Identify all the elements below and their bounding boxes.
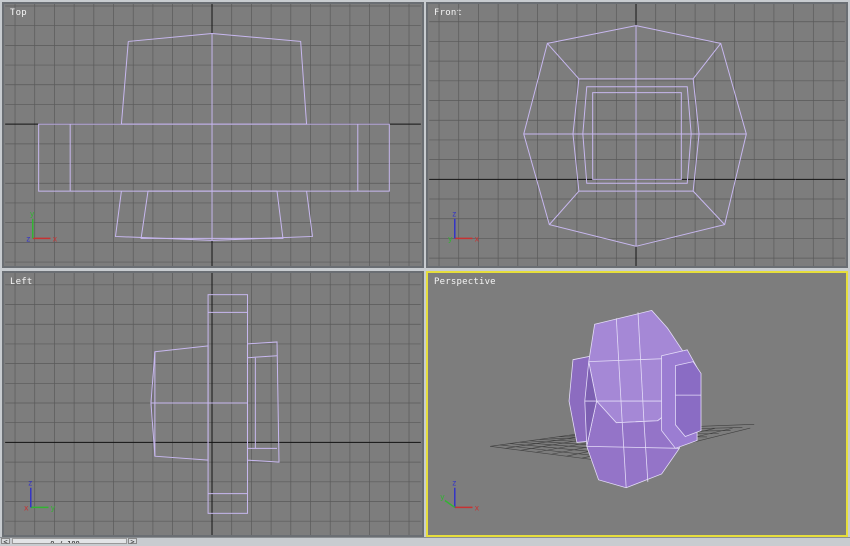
axis-y-label: y — [50, 503, 55, 512]
viewport-left-canvas[interactable]: y z x — [4, 273, 422, 535]
left-wireframe — [151, 295, 279, 514]
axis-y-label: y — [30, 210, 35, 219]
frame-separator: / — [59, 540, 63, 544]
axis-gizmo: x z y — [448, 210, 480, 244]
axis-x-label: x — [474, 234, 479, 243]
axis-x-label: x — [52, 234, 57, 243]
viewport-top[interactable]: Top x y z — [2, 2, 424, 268]
time-slider-track[interactable]: 0 / 100 — [12, 538, 127, 544]
axis-gizmo: x y z — [26, 210, 58, 244]
viewport-left[interactable]: Left y z x — [2, 271, 424, 537]
current-frame: 0 — [50, 540, 54, 544]
viewport-front-canvas[interactable]: x z y — [428, 4, 846, 266]
axis-gizmo: x z y — [440, 479, 479, 513]
axis-y-label: y — [440, 493, 445, 502]
axis-gizmo: y z x — [24, 479, 56, 513]
top-wireframe — [39, 34, 390, 241]
axis-z-label: z — [28, 479, 33, 488]
mesh-object — [569, 310, 701, 487]
grid — [5, 4, 421, 266]
viewport-top-canvas[interactable]: x y z — [4, 4, 422, 266]
axis-x-label: x — [24, 503, 29, 512]
axis-z-label: z — [452, 210, 457, 219]
viewport-perspective[interactable]: Perspective x z y — [426, 271, 848, 537]
axis-y-label: y — [448, 234, 453, 243]
grid — [429, 4, 845, 266]
axis-z-label: z — [452, 479, 457, 488]
time-slider-prev-button[interactable]: < — [1, 538, 10, 544]
total-frames: 100 — [67, 540, 80, 544]
axis-x-label: x — [474, 503, 479, 512]
viewport-perspective-canvas[interactable]: x z y — [428, 273, 846, 535]
time-slider-next-button[interactable]: > — [128, 538, 137, 544]
viewport-front[interactable]: Front x z y — [426, 2, 848, 268]
axis-z-label: z — [26, 234, 31, 243]
time-slider-thumb[interactable]: 0 / 100 — [35, 539, 95, 544]
